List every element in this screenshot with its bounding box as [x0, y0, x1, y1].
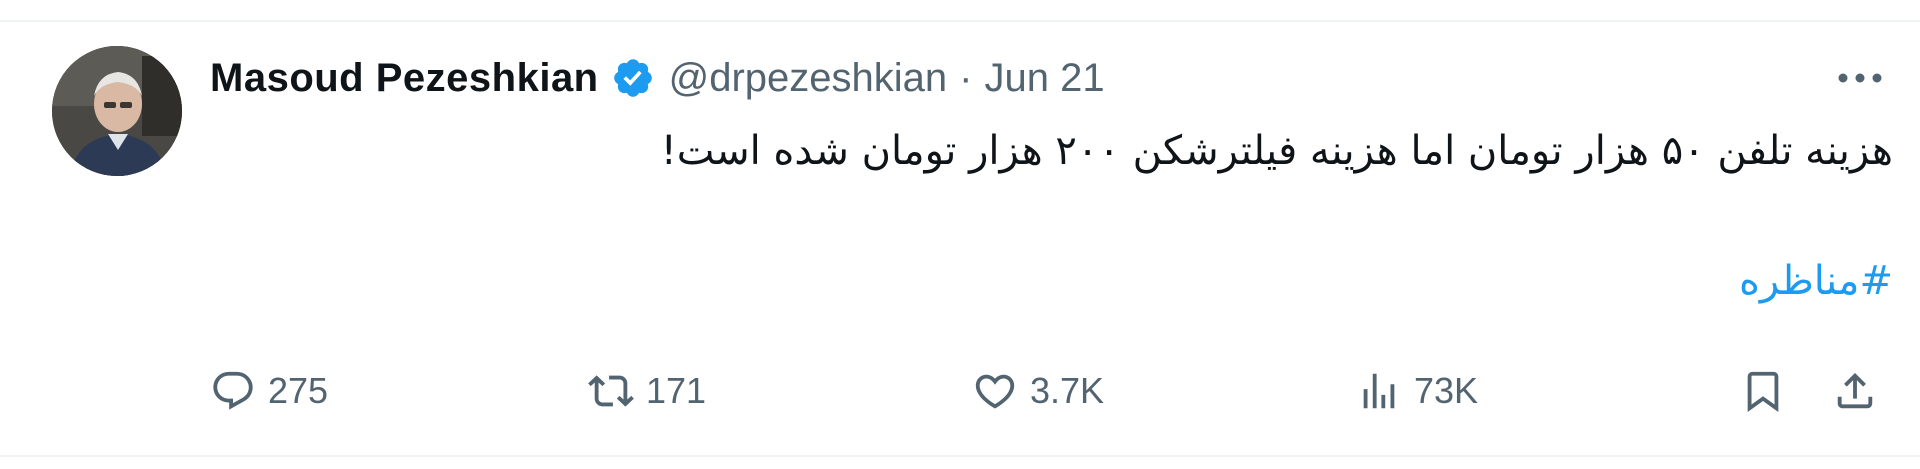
hashtag-link[interactable]: #مناظره [1739, 258, 1893, 304]
like-count: 3.7K [1030, 370, 1105, 411]
views-count: 73K [1414, 370, 1479, 411]
bookmark-button[interactable] [1740, 362, 1786, 420]
avatar[interactable] [52, 46, 182, 176]
like-icon [972, 368, 1018, 414]
like-button[interactable]: 3.7K [972, 362, 1104, 420]
tweet-card[interactable]: Masoud Pezeshkian @drpezeshkian · Jun 21… [0, 0, 1920, 469]
bottom-divider [0, 455, 1920, 457]
views-button[interactable]: 73K [1356, 362, 1478, 420]
reply-button[interactable]: 275 [210, 362, 328, 420]
top-divider [0, 20, 1920, 22]
retweet-button[interactable]: 171 [588, 362, 706, 420]
verified-badge-icon [611, 56, 655, 100]
tweet-date[interactable]: Jun 21 [985, 56, 1105, 101]
author-handle[interactable]: @drpezeshkian [669, 56, 948, 101]
share-icon [1832, 368, 1878, 414]
reply-count: 275 [268, 370, 329, 411]
tweet-header: Masoud Pezeshkian @drpezeshkian · Jun 21 [210, 48, 1105, 108]
header-separator: · [959, 55, 973, 100]
views-icon [1356, 368, 1402, 414]
share-button[interactable] [1832, 362, 1878, 420]
tweet-text: هزینه تلفن ۵۰ هزار تومان اما هزینه فیلتر… [660, 128, 1893, 174]
author-name[interactable]: Masoud Pezeshkian [210, 56, 599, 101]
more-icon[interactable] [1830, 58, 1890, 98]
bookmark-icon [1740, 368, 1786, 414]
avatar-photo [52, 46, 182, 176]
reply-icon [210, 368, 256, 414]
retweet-icon [588, 368, 634, 414]
retweet-count: 171 [646, 370, 707, 411]
